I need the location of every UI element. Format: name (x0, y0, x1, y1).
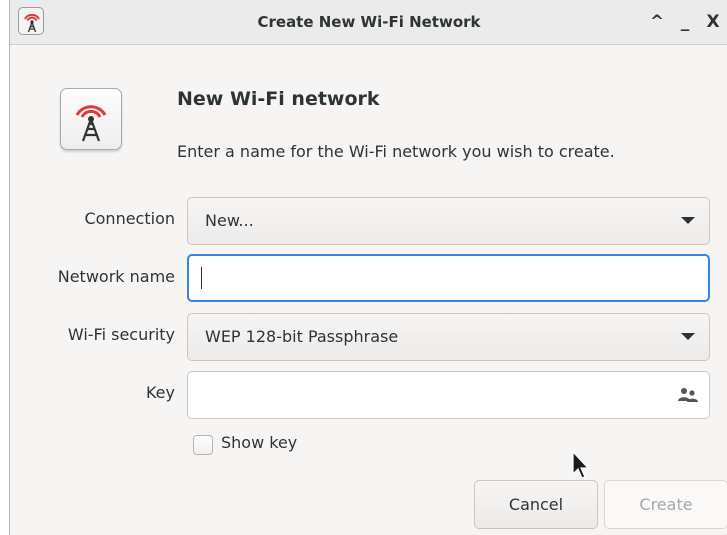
connection-value: New... (205, 211, 254, 230)
security-value: WEP 128-bit Passphrase (205, 327, 399, 346)
close-button[interactable]: X (702, 0, 724, 45)
cancel-button[interactable]: Cancel (474, 480, 598, 529)
dialog-window: Create New Wi-Fi Network ^ _ X New Wi-Fi… (9, 0, 727, 535)
network-name-input[interactable] (201, 264, 671, 292)
connection-label: Connection (84, 209, 175, 228)
collapse-button[interactable]: ^ (646, 0, 668, 45)
network-name-label: Network name (57, 267, 175, 286)
security-label: Wi-Fi security (67, 325, 175, 344)
window-title: Create New Wi-Fi Network (257, 13, 481, 31)
dialog-heading: New Wi-Fi network (177, 88, 380, 110)
text-caret (201, 267, 202, 289)
connection-combo[interactable]: New... (187, 197, 710, 245)
show-key-checkbox[interactable] (193, 435, 213, 455)
key-input[interactable] (200, 380, 670, 408)
chevron-down-icon (681, 217, 695, 224)
create-button[interactable]: Create (604, 480, 727, 529)
users-icon[interactable] (677, 386, 699, 404)
minimize-button[interactable]: _ (674, 0, 696, 45)
security-combo[interactable]: WEP 128-bit Passphrase (187, 313, 710, 361)
key-field[interactable] (187, 371, 710, 419)
wifi-antenna-icon (60, 88, 122, 150)
key-label: Key (145, 383, 175, 402)
chevron-down-icon (681, 333, 695, 340)
network-name-field[interactable] (187, 254, 710, 302)
dialog-description: Enter a name for the Wi-Fi network you w… (177, 142, 615, 161)
title-bar[interactable]: Create New Wi-Fi Network ^ _ X (10, 0, 727, 45)
mouse-pointer-icon (571, 450, 591, 482)
show-key-label[interactable]: Show key (221, 433, 297, 452)
